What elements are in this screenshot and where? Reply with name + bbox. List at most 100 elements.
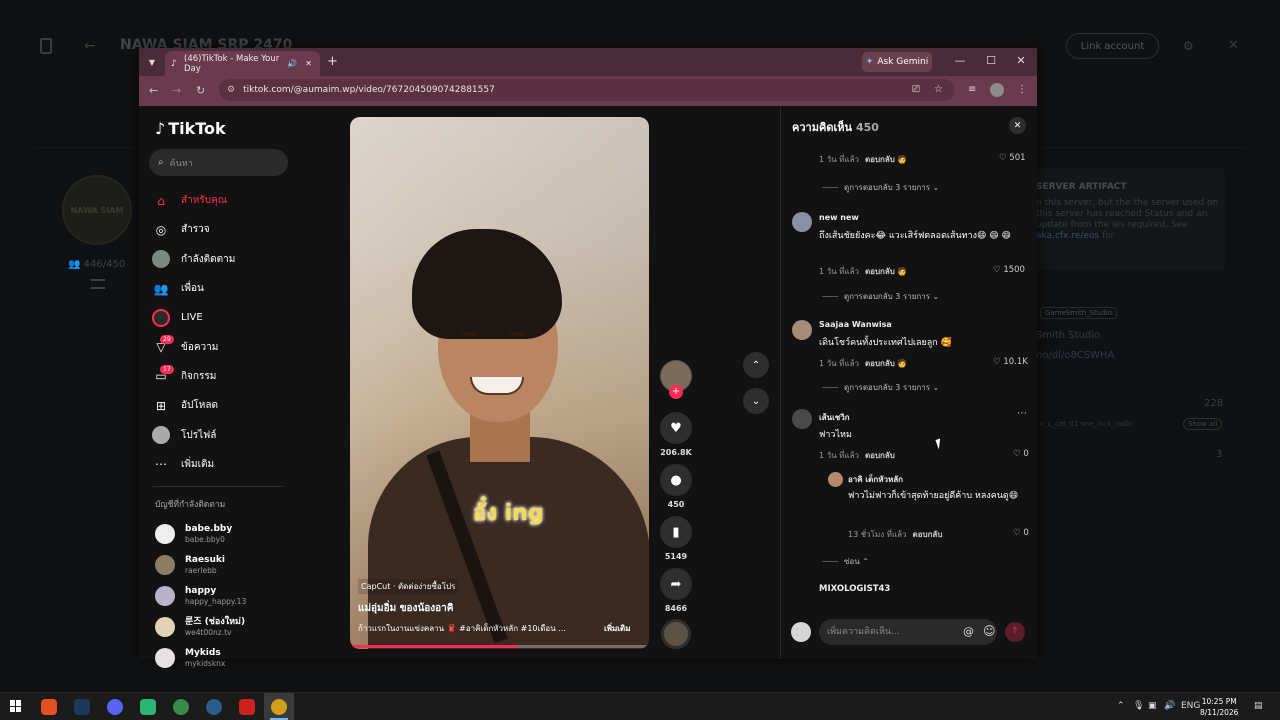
tab-search-icon[interactable]: ▼ xyxy=(144,54,160,70)
next-video-button[interactable]: ⌄ xyxy=(743,388,769,414)
sidebar-item-activity[interactable]: ▭ 17 กิจกรรม xyxy=(152,362,292,391)
tab-close-icon[interactable]: ✕ xyxy=(305,59,312,68)
emoji-icon[interactable]: ☺ xyxy=(983,624,996,638)
follow-plus-icon[interactable]: + xyxy=(669,385,683,399)
comment-like[interactable]: ♡ 1500 xyxy=(993,265,1025,275)
maximize-icon[interactable]: ☐ xyxy=(984,54,998,67)
send-icon[interactable]: ↑ xyxy=(1005,622,1025,642)
reply-author[interactable]: อาคิ เด็กหัวหลัก xyxy=(848,473,903,486)
video-progress[interactable] xyxy=(350,645,649,648)
avatar[interactable] xyxy=(792,320,812,340)
studio-link[interactable]: no/dl/o8CSWHA xyxy=(1036,350,1114,361)
install-app-icon[interactable]: ⎚ xyxy=(912,84,920,95)
minimize-icon[interactable]: — xyxy=(953,54,967,67)
reply-button[interactable]: ตอบกลับ xyxy=(865,267,895,276)
ask-gemini-button[interactable]: ✦ Ask Gemini xyxy=(862,52,932,72)
language-indicator[interactable]: ENG xyxy=(1181,701,1200,711)
comment-author[interactable]: new new xyxy=(819,213,859,222)
see-more-link[interactable]: เพิ่มเติม xyxy=(604,622,630,635)
close-comments-icon[interactable]: ✕ xyxy=(1009,117,1026,134)
bookmark-star-icon[interactable]: ☆ xyxy=(934,84,943,95)
view-replies-button[interactable]: ดูการตอบกลับ 3 รายการ ⌄ xyxy=(822,181,939,194)
like-action[interactable]: ♥ 206.8K xyxy=(659,412,693,457)
avatar[interactable] xyxy=(792,212,812,232)
reply-button[interactable]: ตอบกลับ xyxy=(865,155,895,164)
network-icon[interactable]: ▣ xyxy=(1148,701,1157,711)
microphone-icon[interactable]: 🎙 xyxy=(1133,701,1144,711)
sidebar-item-live[interactable]: LIVE xyxy=(152,303,292,332)
address-bar[interactable]: ⚙ tiktok.com/@aumaim.wp/video/76720450907… xyxy=(219,79,955,101)
following-account[interactable]: 룬즈 (ช่องใหม่) we4t00nz.tv xyxy=(155,611,295,642)
music-disc-icon[interactable] xyxy=(661,619,691,649)
forward-icon[interactable]: → xyxy=(172,84,181,97)
artifact-link[interactable]: aka.cfx.re/eos xyxy=(1036,231,1099,241)
windows-start-icon[interactable] xyxy=(10,700,22,712)
volume-icon[interactable]: 🔊 xyxy=(1164,701,1175,711)
following-account[interactable]: Mykids mykidsknx xyxy=(155,642,295,673)
reading-list-icon[interactable]: ≡ xyxy=(968,84,976,95)
sidebar-item-for-you[interactable]: ⌂ สำหรับคุณ xyxy=(152,186,292,215)
tab-tiktok[interactable]: ♪ (46)TikTok - Make Your Day 🔊 ✕ xyxy=(165,51,320,76)
new-tab-icon[interactable]: + xyxy=(327,54,338,69)
video-player[interactable]: อั๋ง ing CapCut · ตัดต่อง่ายซื้อโปร แม่อ… xyxy=(350,117,649,649)
sidebar-item-explore[interactable]: ◎ สำรวจ xyxy=(152,215,292,244)
comment-like[interactable]: ♡ 0 xyxy=(1013,449,1029,459)
sidebar-item-upload[interactable]: ⊞ อัปโหลด xyxy=(152,391,292,420)
comment-author[interactable]: MIXOLOGIST43 xyxy=(819,584,890,594)
sidebar-item-messages[interactable]: ▽ 29 ข้อความ xyxy=(152,332,292,361)
chrome-icon[interactable] xyxy=(173,699,189,715)
comment-author[interactable]: เส้นเชวิก xyxy=(819,411,850,424)
mention-icon[interactable]: @ xyxy=(963,625,974,638)
notification-icon[interactable]: ▤ xyxy=(1254,701,1263,711)
steam-icon[interactable] xyxy=(74,699,90,715)
gear-icon[interactable]: ⚙ xyxy=(1183,39,1194,53)
tray-expand-icon[interactable]: ⌃ xyxy=(1117,701,1125,711)
profile-avatar-icon[interactable] xyxy=(990,83,1004,97)
hide-replies-button[interactable]: ซ่อน ⌃ xyxy=(822,555,869,568)
sidebar-item-following[interactable]: กำลังติดตาม xyxy=(152,245,292,274)
reply-button[interactable]: ตอบกลับ xyxy=(913,530,943,539)
close-icon[interactable]: ✕ xyxy=(1228,38,1239,53)
comment-author[interactable]: Saajaa Wanwisa xyxy=(819,320,892,329)
reload-icon[interactable]: ↻ xyxy=(196,84,205,97)
avatar[interactable] xyxy=(792,409,812,429)
capcut-label[interactable]: CapCut · ตัดต่อง่ายซื้อโปร xyxy=(358,579,459,594)
hamburger-icon[interactable] xyxy=(91,279,105,289)
chrome-active-icon[interactable] xyxy=(271,699,287,715)
tiktok-logo[interactable]: ♪ TikTok xyxy=(155,119,226,138)
back-icon[interactable]: ← xyxy=(149,84,158,97)
reply-button[interactable]: ตอบกลับ xyxy=(865,359,895,368)
site-info-icon[interactable]: ⚙ xyxy=(227,85,235,95)
share-action[interactable]: ➦ 8466 xyxy=(659,568,693,613)
reply-button[interactable]: ตอบกลับ xyxy=(865,451,895,460)
avatar[interactable] xyxy=(828,472,843,487)
link-account-button[interactable]: Link account xyxy=(1066,33,1159,59)
show-all-button[interactable]: Show all xyxy=(1183,418,1223,430)
reply-like[interactable]: ♡ 0 xyxy=(1013,528,1029,538)
comment-like[interactable]: ♡ 10.1K xyxy=(993,357,1028,367)
discord-icon[interactable] xyxy=(107,699,123,715)
view-replies-button[interactable]: ดูการตอบกลับ 3 รายการ ⌄ xyxy=(822,290,939,303)
following-account[interactable]: babe.bby babe.bby0 xyxy=(155,518,295,549)
clock[interactable]: 10:25 PM 8/11/2026 xyxy=(1200,696,1238,718)
fivem-icon[interactable] xyxy=(239,699,255,715)
save-action[interactable]: ▮ 5149 xyxy=(659,516,693,561)
view-replies-button[interactable]: ดูการตอบกลับ 3 รายการ ⌄ xyxy=(822,381,939,394)
back-arrow-icon[interactable]: ← xyxy=(84,38,96,54)
app-icon[interactable] xyxy=(206,699,222,715)
search-input[interactable]: ⌕ ค้นหา xyxy=(149,149,288,176)
menu-dots-icon[interactable]: ⋮ xyxy=(1017,84,1027,95)
brave-icon[interactable] xyxy=(41,699,57,715)
following-account[interactable]: Raesuki raerlebb xyxy=(155,549,295,580)
window-close-icon[interactable]: ✕ xyxy=(1014,54,1028,67)
following-account[interactable]: happy happy_happy.13 xyxy=(155,580,295,611)
comment-like[interactable]: ♡ 501 xyxy=(999,153,1026,163)
comment-action[interactable]: ● 450 xyxy=(659,464,693,509)
comment-more-icon[interactable]: ⋯ xyxy=(1017,408,1027,419)
previous-video-button[interactable]: ⌃ xyxy=(743,352,769,378)
sidebar-item-more[interactable]: ⋯ เพิ่มเติม xyxy=(152,450,292,479)
speaker-icon[interactable]: 🔊 xyxy=(287,59,297,68)
line-icon[interactable] xyxy=(140,699,156,715)
video-caption[interactable]: แม่อุ่มอิ่ม ของน้องอาคิ xyxy=(358,601,453,616)
sidebar-item-friends[interactable]: 👥 เพื่อน xyxy=(152,274,292,303)
